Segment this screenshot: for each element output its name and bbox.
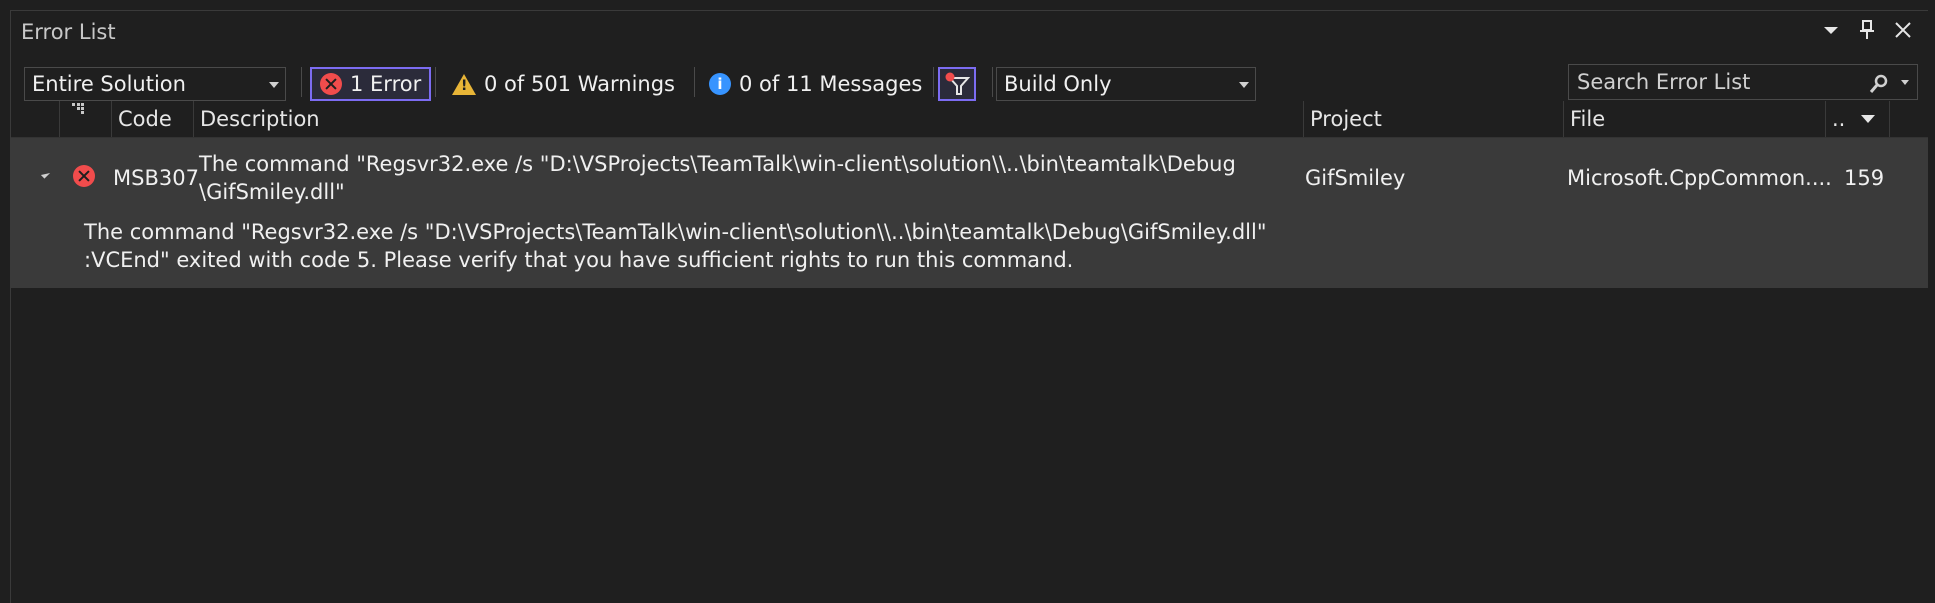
chevron-down-icon xyxy=(1239,82,1249,88)
row-project: GifSmiley xyxy=(1305,166,1406,190)
separator xyxy=(301,67,302,97)
column-header-line-label: .. xyxy=(1832,107,1846,131)
column-chooser[interactable] xyxy=(59,101,91,137)
chevron-down-icon[interactable] xyxy=(1901,80,1909,85)
search-input[interactable]: Search Error List xyxy=(1568,64,1918,100)
column-header-file[interactable]: File xyxy=(1563,101,1825,137)
pin-icon[interactable] xyxy=(1856,19,1878,41)
close-icon[interactable] xyxy=(1892,19,1914,41)
filter-icon xyxy=(945,72,970,95)
column-header-code[interactable]: Code xyxy=(111,101,201,137)
column-header-line[interactable]: .. xyxy=(1825,101,1889,137)
row-file: Microsoft.CppCommon.... xyxy=(1567,166,1832,190)
separator xyxy=(435,67,436,97)
scope-dropdown[interactable]: Entire Solution xyxy=(24,67,286,101)
search-placeholder: Search Error List xyxy=(1577,70,1751,94)
collapse-icon[interactable] xyxy=(40,169,51,179)
build-filter-value: Build Only xyxy=(1004,72,1112,96)
messages-filter-button[interactable]: i 0 of 11 Messages xyxy=(701,67,930,101)
window-title: Error List xyxy=(21,20,116,44)
row-line: 159 xyxy=(1844,166,1885,190)
separator xyxy=(992,67,993,97)
build-filter-dropdown[interactable]: Build Only xyxy=(996,67,1256,101)
row-description-line1: The command "Regsvr32.exe /s "D:\VSProje… xyxy=(199,152,1236,176)
column-header-project[interactable]: Project xyxy=(1303,101,1563,137)
column-header-spacer xyxy=(1889,101,1928,137)
error-icon xyxy=(320,73,342,95)
errors-filter-button[interactable]: 1 Error xyxy=(310,67,432,101)
error-list-panel: Error List Entire Solution 1 Error ! 0 o… xyxy=(10,10,1928,603)
column-header: Code Description Project File .. xyxy=(11,101,1928,138)
row-detail: The command "Regsvr32.exe /s "D:\VSProje… xyxy=(84,218,1284,274)
row-detail-line1: The command "Regsvr32.exe /s "D:\VSProje… xyxy=(84,220,1267,244)
scope-value: Entire Solution xyxy=(32,72,186,96)
row-description-line2: \GifSmiley.dll" xyxy=(199,180,345,204)
messages-label: 0 of 11 Messages xyxy=(739,72,923,96)
toolbar: Entire Solution 1 Error ! 0 of 501 Warni… xyxy=(11,56,1928,101)
sort-descending-icon xyxy=(1861,115,1875,123)
grip-icon xyxy=(72,103,84,114)
table-row[interactable]: MSB307 The command "Regsvr32.exe /s "D:\… xyxy=(11,138,1928,288)
errors-label: 1 Error xyxy=(350,72,422,96)
chevron-down-icon[interactable] xyxy=(1820,19,1842,41)
error-icon xyxy=(73,165,95,187)
info-icon: i xyxy=(709,73,731,95)
separator xyxy=(933,67,934,97)
column-header-description[interactable]: Description xyxy=(193,101,1063,137)
warning-icon: ! xyxy=(452,73,476,95)
warnings-filter-button[interactable]: ! 0 of 501 Warnings xyxy=(444,67,683,101)
filter-button[interactable] xyxy=(938,67,976,101)
row-code: MSB307 xyxy=(113,166,199,190)
search-icon[interactable] xyxy=(1869,70,1889,104)
chevron-down-icon xyxy=(269,82,279,88)
window-controls xyxy=(1820,19,1914,41)
separator xyxy=(694,67,695,97)
row-detail-line2: :VCEnd" exited with code 5. Please verif… xyxy=(84,248,1074,272)
title-bar: Error List xyxy=(11,11,1928,53)
warnings-label: 0 of 501 Warnings xyxy=(484,72,675,96)
